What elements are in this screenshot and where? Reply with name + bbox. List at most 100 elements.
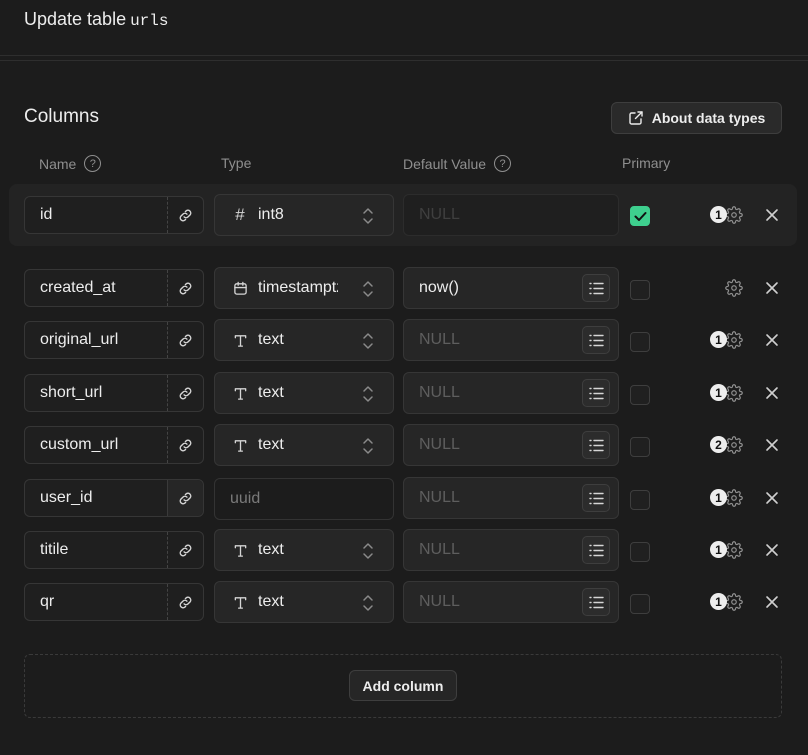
default-value-input[interactable]: NULL bbox=[403, 372, 619, 414]
default-value-input[interactable]: NULL bbox=[403, 477, 619, 519]
column-name-field[interactable]: original_url bbox=[24, 321, 204, 359]
column-header-default: Default Value? bbox=[403, 155, 512, 172]
default-value-input[interactable]: NULL bbox=[403, 581, 619, 623]
suggestions-button[interactable] bbox=[582, 326, 610, 354]
column-name-field[interactable]: short_url bbox=[24, 374, 204, 412]
divider bbox=[0, 60, 808, 61]
suggestions-button[interactable] bbox=[582, 536, 610, 564]
column-type-select[interactable]: text bbox=[214, 424, 394, 466]
column-type-select[interactable]: text bbox=[214, 319, 394, 361]
primary-key-checkbox[interactable] bbox=[630, 332, 650, 352]
column-name-field[interactable]: qr bbox=[24, 583, 204, 621]
default-value-input[interactable]: now() bbox=[403, 267, 619, 309]
column-name-field[interactable]: id bbox=[24, 196, 204, 234]
column-type-select[interactable]: timestamptz bbox=[214, 267, 394, 309]
column-name-field[interactable]: titile bbox=[24, 531, 204, 569]
list-icon bbox=[588, 387, 604, 399]
column-name-text[interactable]: qr bbox=[25, 584, 167, 620]
text-type-icon bbox=[231, 543, 249, 558]
gear-icon[interactable] bbox=[725, 206, 743, 224]
column-name-text[interactable]: created_at bbox=[25, 270, 167, 306]
default-value-text: NULL bbox=[419, 331, 460, 348]
default-value-input[interactable]: NULL bbox=[403, 529, 619, 571]
column-type-select[interactable]: text bbox=[214, 581, 394, 623]
column-name-field[interactable]: user_id bbox=[24, 479, 204, 517]
add-column-button[interactable]: Add column bbox=[349, 670, 457, 701]
text-type-icon bbox=[231, 333, 249, 348]
column-name-text[interactable]: custom_url bbox=[25, 427, 167, 463]
page-title: Update table urls bbox=[24, 9, 168, 30]
gear-icon[interactable] bbox=[725, 331, 743, 349]
table-name: urls bbox=[130, 12, 169, 30]
default-value-text: NULL bbox=[419, 541, 460, 558]
primary-key-checkbox[interactable] bbox=[630, 542, 650, 562]
suggestions-button[interactable] bbox=[582, 274, 610, 302]
suggestions-button[interactable] bbox=[582, 379, 610, 407]
primary-key-checkbox[interactable] bbox=[630, 490, 650, 510]
column-type-select[interactable]: uuid bbox=[214, 478, 394, 520]
link-icon bbox=[179, 544, 192, 556]
foreign-key-link-button[interactable] bbox=[167, 270, 203, 306]
remove-column-icon[interactable] bbox=[765, 208, 779, 222]
constraint-count-badge: 1 bbox=[710, 593, 727, 610]
list-icon bbox=[588, 596, 604, 608]
suggestions-button[interactable] bbox=[582, 431, 610, 459]
header-label: Default Value bbox=[403, 155, 487, 172]
help-icon[interactable]: ? bbox=[84, 155, 102, 172]
foreign-key-link-button[interactable] bbox=[167, 532, 203, 568]
column-type-select[interactable]: text bbox=[214, 529, 394, 571]
primary-key-checkbox[interactable] bbox=[630, 280, 650, 300]
column-name-text[interactable]: id bbox=[25, 197, 167, 233]
remove-column-icon[interactable] bbox=[765, 491, 779, 505]
foreign-key-link-button[interactable] bbox=[167, 480, 203, 516]
foreign-key-link-button[interactable] bbox=[167, 322, 203, 358]
column-type-select[interactable]: text bbox=[214, 372, 394, 414]
primary-key-checkbox[interactable] bbox=[630, 594, 650, 614]
header-label: Name bbox=[39, 155, 77, 172]
gear-icon[interactable] bbox=[725, 489, 743, 507]
remove-column-icon[interactable] bbox=[765, 281, 779, 295]
gear-icon[interactable] bbox=[725, 384, 743, 402]
column-name-text[interactable]: user_id bbox=[25, 480, 167, 516]
column-name-text[interactable]: titile bbox=[25, 532, 167, 568]
foreign-key-link-button[interactable] bbox=[167, 584, 203, 620]
gear-icon[interactable] bbox=[725, 541, 743, 559]
remove-column-icon[interactable] bbox=[765, 543, 779, 557]
chevron-updown-icon bbox=[363, 595, 373, 611]
remove-column-icon[interactable] bbox=[765, 386, 779, 400]
primary-key-checkbox[interactable] bbox=[630, 437, 650, 457]
column-type-text: int8 bbox=[258, 206, 284, 223]
remove-column-icon[interactable] bbox=[765, 438, 779, 452]
about-button-label: About data types bbox=[651, 110, 766, 126]
foreign-key-link-button[interactable] bbox=[167, 427, 203, 463]
default-value-input[interactable]: NULL bbox=[403, 424, 619, 466]
primary-key-checkbox[interactable] bbox=[630, 385, 650, 405]
column-type-text: text bbox=[258, 593, 284, 610]
list-icon bbox=[588, 439, 604, 451]
suggestions-button[interactable] bbox=[582, 484, 610, 512]
about-data-types-button[interactable]: About data types bbox=[611, 102, 782, 134]
column-name-field[interactable]: created_at bbox=[24, 269, 204, 307]
foreign-key-link-button[interactable] bbox=[167, 375, 203, 411]
chevron-updown-icon bbox=[363, 333, 373, 349]
default-value-text: NULL bbox=[419, 384, 460, 401]
panel-header: Update table urls bbox=[0, 0, 808, 56]
external-link-icon bbox=[629, 111, 643, 125]
column-name-text[interactable]: short_url bbox=[25, 375, 167, 411]
foreign-key-link-button[interactable] bbox=[167, 197, 203, 233]
remove-column-icon[interactable] bbox=[765, 333, 779, 347]
help-icon[interactable]: ? bbox=[494, 155, 512, 172]
link-icon bbox=[179, 334, 192, 346]
column-name-field[interactable]: custom_url bbox=[24, 426, 204, 464]
remove-column-icon[interactable] bbox=[765, 595, 779, 609]
suggestions-button[interactable] bbox=[582, 588, 610, 616]
default-value-input[interactable]: NULL bbox=[403, 194, 619, 236]
column-name-text[interactable]: original_url bbox=[25, 322, 167, 358]
gear-icon[interactable] bbox=[725, 279, 743, 297]
primary-key-checkbox[interactable] bbox=[630, 206, 650, 226]
column-type-select[interactable]: # int8 bbox=[214, 194, 394, 236]
default-value-input[interactable]: NULL bbox=[403, 319, 619, 361]
gear-icon[interactable] bbox=[725, 593, 743, 611]
column-type-text: text bbox=[258, 331, 284, 348]
gear-icon[interactable] bbox=[725, 436, 743, 454]
